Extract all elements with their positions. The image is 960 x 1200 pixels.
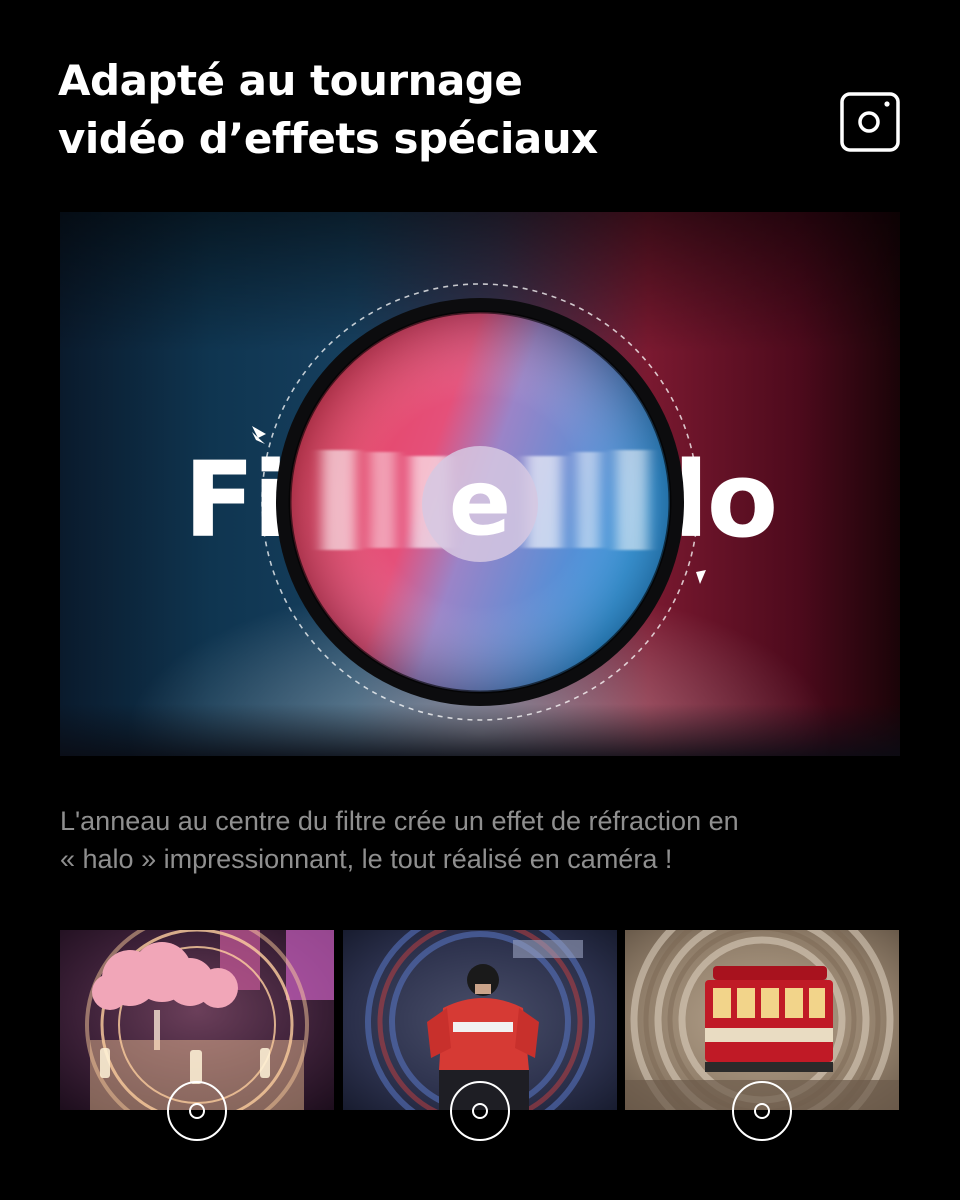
page-title-line-1: Adapté au tournage	[58, 56, 523, 105]
hero-image: Filtre Halo	[60, 212, 900, 756]
page-title-line-2: vidéo d’effets spéciaux	[58, 114, 598, 163]
svg-text:e: e	[449, 449, 511, 556]
description-text: L'anneau au centre du filtre crée un eff…	[60, 802, 900, 878]
description-line-1: L'anneau au centre du filtre crée un eff…	[60, 806, 739, 836]
camera-icon[interactable]	[840, 92, 900, 152]
page-title: Adapté au tournage vidéo d’effets spécia…	[58, 52, 598, 168]
description-line-2: « halo » impressionnant, le tout réalisé…	[60, 844, 673, 874]
target-ring-icon	[166, 1080, 228, 1142]
arrow-right-icon	[696, 570, 706, 584]
halo-filter-lens: e	[252, 283, 706, 721]
target-ring-icon	[731, 1080, 793, 1142]
target-ring-icon	[449, 1080, 511, 1142]
